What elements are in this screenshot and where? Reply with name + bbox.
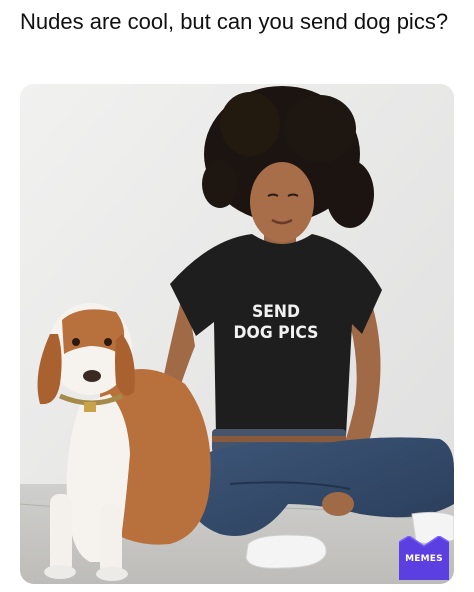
memes-watermark: MEMES: [399, 536, 449, 580]
woman-face: [250, 162, 314, 242]
shirt-print-line2: DOG PICS: [233, 323, 319, 343]
memes-watermark-label: MEMES: [405, 554, 443, 564]
post-caption: Nudes are cool, but can you send dog pic…: [20, 9, 449, 34]
left-sneaker: [245, 534, 327, 569]
shirt-print-line1: SEND: [251, 302, 301, 322]
meme-photo: SEND DOG PICS MEMES: [20, 84, 454, 584]
woman-hand: [322, 492, 354, 516]
shirt-print: SEND DOG PICS: [221, 302, 331, 344]
